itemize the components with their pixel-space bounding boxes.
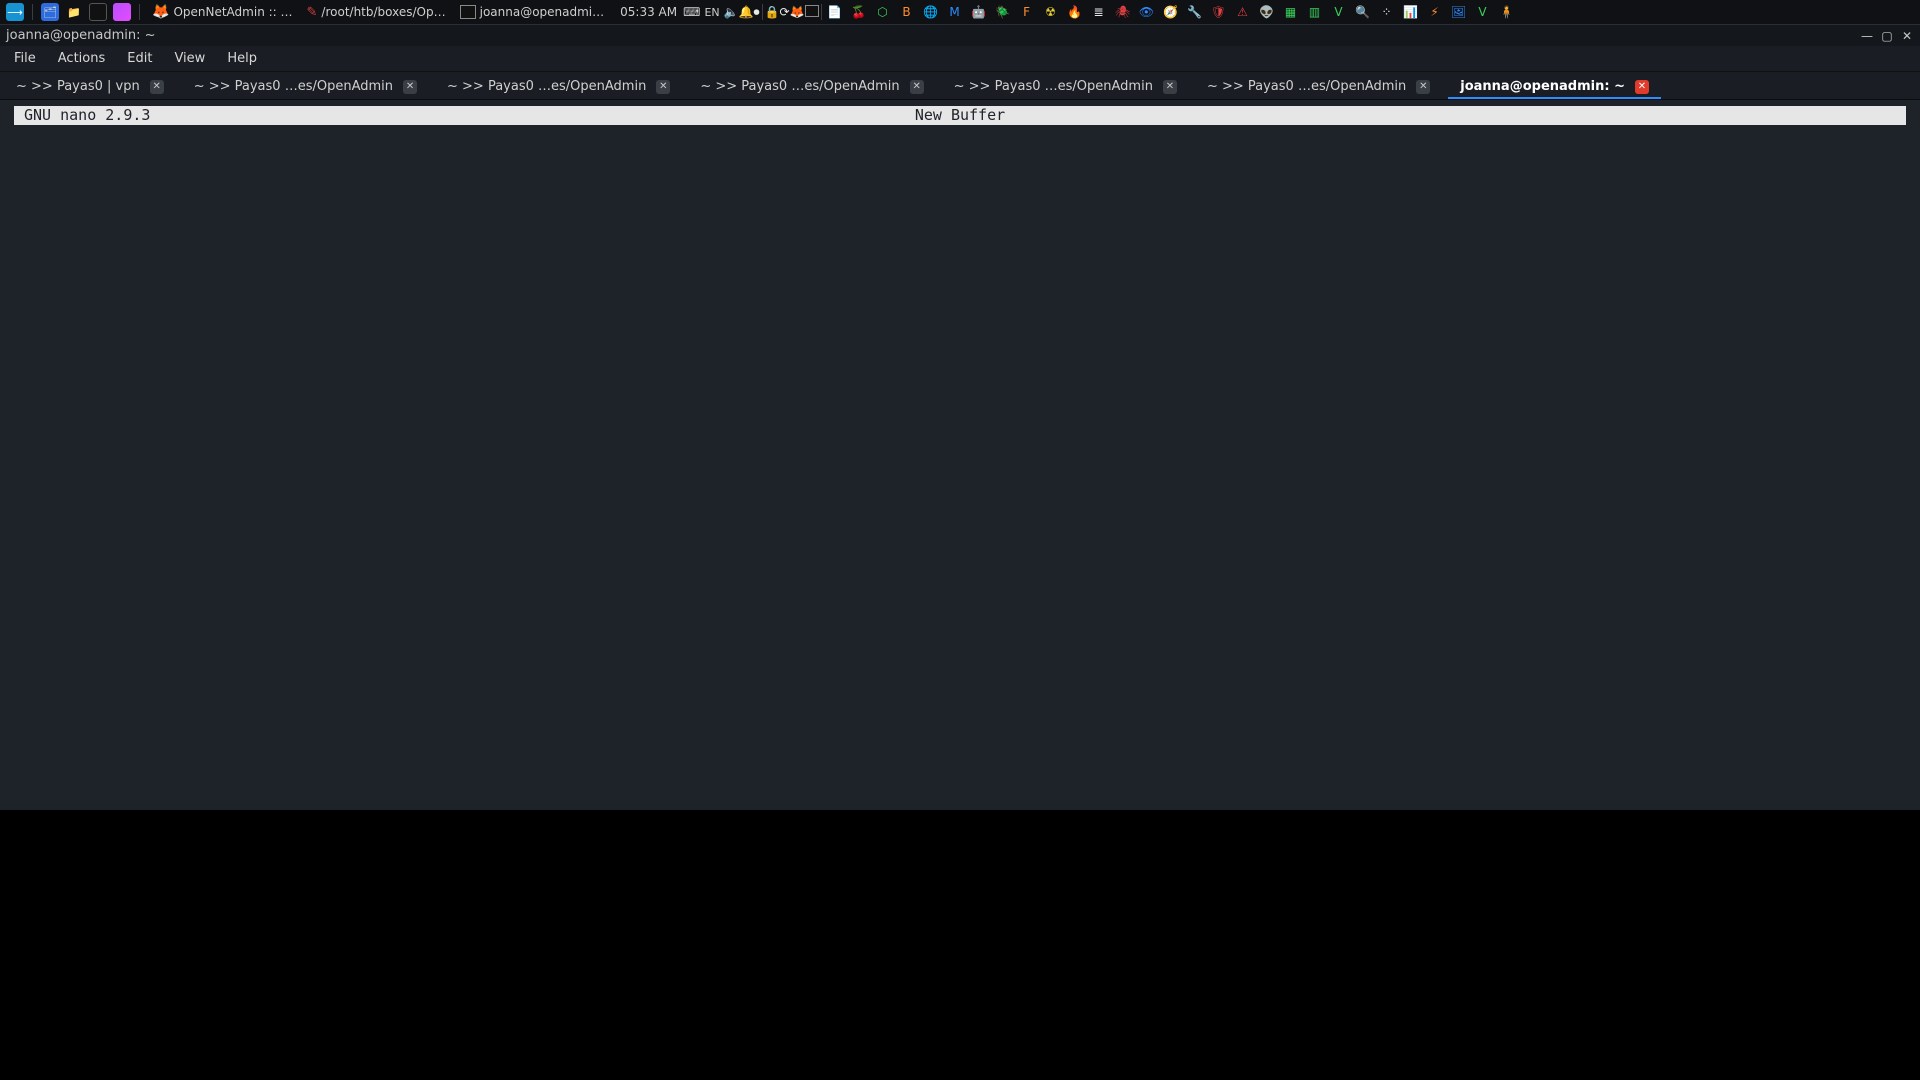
terminal-icon [460, 5, 476, 19]
menubar: File Actions Edit View Help [0, 46, 1920, 72]
search-icon[interactable]: 🔍 [1354, 3, 1372, 21]
terminal-tab[interactable]: ~ >> Payas0 …es/OpenAdmin ✕ [942, 74, 1189, 99]
android-icon[interactable]: 🤖 [970, 3, 988, 21]
tab-label: ~ >> Payas0 …es/OpenAdmin [954, 79, 1153, 94]
chip-icon[interactable]: ▦ [1282, 3, 1300, 21]
tab-label: ~ >> Payas0 …es/OpenAdmin [194, 79, 393, 94]
menu-view[interactable]: View [164, 48, 215, 69]
dots-icon[interactable]: ⁘ [1378, 3, 1396, 21]
terminal-tab[interactable]: ~ >> Payas0 …es/OpenAdmin ✕ [688, 74, 935, 99]
radiation-icon[interactable]: ☢ [1042, 3, 1060, 21]
bottom-black-bar [0, 810, 1920, 1080]
globe-icon[interactable]: 🌐 [922, 3, 940, 21]
note-icon[interactable]: 📄 [826, 3, 844, 21]
close-button[interactable]: ✕ [1900, 29, 1914, 43]
clock[interactable]: 05:33 AM [614, 5, 683, 19]
keyboard-icon[interactable]: ⌨ [683, 5, 700, 19]
firefox-icon: 🦊 [152, 4, 169, 20]
terminal-tab[interactable]: ~ >> Payas0 | vpn ✕ [4, 74, 176, 99]
bug-icon[interactable]: 🪲 [994, 3, 1012, 21]
terminal-tab[interactable]: ~ >> Payas0 …es/OpenAdmin ✕ [1195, 74, 1442, 99]
terminal-tabstrip: ~ >> Payas0 | vpn ✕ ~ >> Payas0 …es/Open… [0, 72, 1920, 100]
close-tab-icon[interactable]: ✕ [1635, 80, 1649, 94]
spider-icon[interactable]: 🕷 [1114, 3, 1132, 21]
wrench-icon[interactable]: 🔧 [1186, 3, 1204, 21]
notifications-icon[interactable]: 🔔 [739, 5, 754, 19]
system-panel: ⟶ 🗂 📁 🦊 OpenNetAdmin :: … ✎ /root/htb/bo… [0, 0, 1920, 24]
close-tab-icon[interactable]: ✕ [150, 80, 164, 94]
metasploit-icon[interactable]: M [946, 3, 964, 21]
compass-icon[interactable]: 🧭 [1162, 3, 1180, 21]
alert-icon[interactable]: ⚠ [1234, 3, 1252, 21]
refresh-icon[interactable]: ⟳ [780, 5, 790, 19]
matrix-icon[interactable]: ▥ [1306, 3, 1324, 21]
alien-icon[interactable]: 👽 [1258, 3, 1276, 21]
menu-file[interactable]: File [4, 48, 46, 69]
taskbar: 🦊 OpenNetAdmin :: … ✎ /root/htb/boxes/Op… [142, 4, 614, 20]
menu-actions[interactable]: Actions [48, 48, 116, 69]
tab-label: joanna@openadmin: ~ [1460, 79, 1625, 94]
person-icon[interactable]: 🧍 [1498, 3, 1516, 21]
cherry-icon[interactable]: 🍒 [850, 3, 868, 21]
tab-label: ~ >> Payas0 | vpn [16, 79, 140, 94]
record-icon[interactable]: ⏺ [754, 5, 760, 20]
lock-icon[interactable]: 🔒 [765, 5, 780, 19]
fire-icon[interactable]: 🔥 [1066, 3, 1084, 21]
close-tab-icon[interactable]: ✕ [910, 80, 924, 94]
files-icon[interactable]: 📁 [65, 3, 83, 21]
nano-buffer-title: New Buffer [915, 106, 1005, 125]
nano-version: GNU nano 2.9.3 [14, 106, 150, 125]
screen-recorder-icon[interactable] [113, 3, 131, 21]
terminal-tab[interactable]: ~ >> Payas0 …es/OpenAdmin ✕ [435, 74, 682, 99]
terminal-tab[interactable]: ~ >> Payas0 …es/OpenAdmin ✕ [182, 74, 429, 99]
close-tab-icon[interactable]: ✕ [403, 80, 417, 94]
task-terminal[interactable]: joanna@openadmi… [456, 5, 609, 19]
task-label: joanna@openadmi… [480, 5, 605, 19]
menu-edit[interactable]: Edit [117, 48, 162, 69]
layers-icon[interactable]: ≣ [1090, 3, 1108, 21]
flame-icon[interactable]: F [1018, 3, 1036, 21]
terminal-launcher-icon[interactable] [89, 3, 107, 21]
volume-icon[interactable]: 🔈 [724, 5, 739, 19]
minimize-button[interactable]: — [1860, 29, 1874, 43]
vim2-icon[interactable]: V [1474, 3, 1492, 21]
menu-help[interactable]: Help [217, 48, 267, 69]
firefox-tray-icon[interactable]: 🦊 [790, 5, 805, 19]
terminal-tray-icon[interactable] [805, 5, 819, 20]
task-label: OpenNetAdmin :: … [173, 5, 292, 19]
task-label: /root/htb/boxes/Op… [321, 5, 445, 19]
window-titlebar: joanna@openadmin: ~ — ▢ ✕ [0, 24, 1920, 46]
bolt-icon[interactable]: ⚡ [1426, 3, 1444, 21]
start-menu-icon[interactable]: ⟶ [6, 3, 24, 21]
eye-icon[interactable]: 👁 [1138, 3, 1156, 21]
close-tab-icon[interactable]: ✕ [656, 80, 670, 94]
terminal-tab-active[interactable]: joanna@openadmin: ~ ✕ [1448, 74, 1661, 99]
close-tab-icon[interactable]: ✕ [1416, 80, 1430, 94]
maximize-button[interactable]: ▢ [1880, 29, 1894, 43]
task-firefox[interactable]: 🦊 OpenNetAdmin :: … [148, 4, 297, 20]
system-tray: 📄 🍒 ⬡ B 🌐 M 🤖 🪲 F ☢ 🔥 ≣ 🕷 👁 🧭 🔧 🛡 ⚠ 👽 ▦ … [826, 3, 1516, 21]
file-manager-icon[interactable]: 🗂 [41, 3, 59, 21]
nodes-icon[interactable]: ⬡ [874, 3, 892, 21]
tab-label: ~ >> Payas0 …es/OpenAdmin [447, 79, 646, 94]
tab-label: ~ >> Payas0 …es/OpenAdmin [1207, 79, 1406, 94]
leafpad-icon: ✎ [307, 5, 318, 20]
picture-icon[interactable]: 🖼 [1450, 3, 1468, 21]
task-leafpad[interactable]: ✎ /root/htb/boxes/Op… [303, 5, 450, 20]
close-tab-icon[interactable]: ✕ [1163, 80, 1177, 94]
window-title: joanna@openadmin: ~ [6, 28, 156, 43]
vim-icon[interactable]: V [1330, 3, 1348, 21]
shield-red-icon[interactable]: 🛡 [1210, 3, 1228, 21]
language-indicator[interactable]: EN [700, 6, 723, 19]
burp-icon[interactable]: B [898, 3, 916, 21]
chart-icon[interactable]: 📊 [1402, 3, 1420, 21]
nano-header-bar: GNU nano 2.9.3 New Buffer [14, 106, 1906, 125]
tab-label: ~ >> Payas0 …es/OpenAdmin [700, 79, 899, 94]
